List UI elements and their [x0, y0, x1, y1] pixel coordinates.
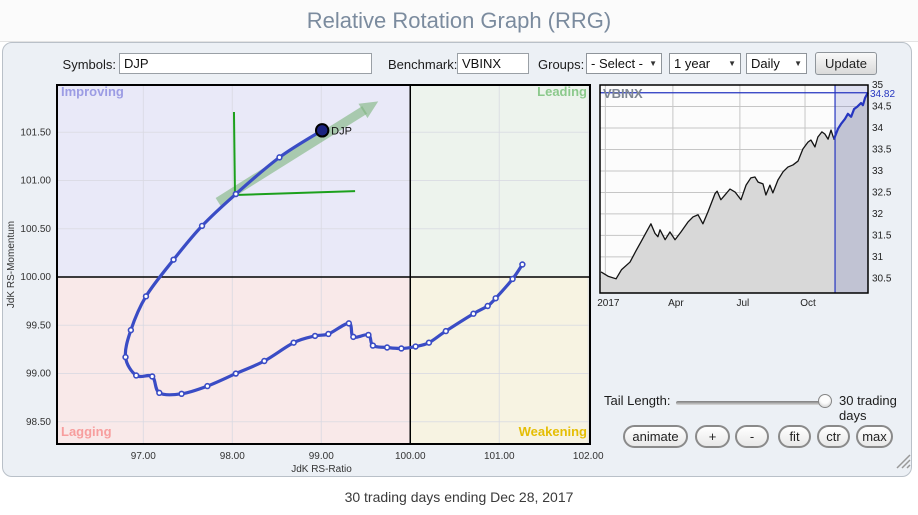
- benchmark-chart-title: VBINX: [603, 86, 643, 101]
- center-button[interactable]: ctr: [817, 425, 850, 448]
- svg-text:Jul: Jul: [736, 298, 749, 309]
- frequency-select[interactable]: Daily ▼: [746, 53, 807, 74]
- svg-text:Oct: Oct: [800, 298, 816, 309]
- chevron-down-icon: ▼: [649, 59, 657, 68]
- djp-head-label: DJP: [331, 125, 352, 137]
- svg-text:34.5: 34.5: [872, 101, 892, 112]
- svg-text:100.00: 100.00: [395, 451, 426, 462]
- svg-text:31: 31: [872, 252, 884, 263]
- svg-text:101.50: 101.50: [20, 127, 51, 138]
- svg-text:32.5: 32.5: [872, 187, 892, 198]
- svg-text:32: 32: [872, 209, 884, 220]
- quadrant-label-improving: Improving: [61, 84, 124, 99]
- update-button[interactable]: Update: [815, 52, 877, 75]
- quadrant-label-weakening: Weakening: [518, 424, 587, 439]
- svg-text:100.50: 100.50: [20, 224, 51, 235]
- rrg-app-window: Relative Rotation Graph (RRG) Symbols: B…: [0, 0, 918, 515]
- svg-text:30.5: 30.5: [872, 273, 892, 284]
- djp-head-marker[interactable]: [314, 123, 330, 138]
- zoom-out-button[interactable]: -: [735, 425, 769, 448]
- zoom-in-button[interactable]: +: [695, 425, 730, 448]
- svg-text:98.00: 98.00: [220, 451, 245, 462]
- tail-length-label: Tail Length:: [604, 393, 671, 408]
- svg-text:33: 33: [872, 166, 884, 177]
- app-header: Relative Rotation Graph (RRG): [0, 0, 918, 42]
- benchmark-label: Benchmark:: [388, 57, 458, 72]
- tail-length-slider[interactable]: [676, 401, 824, 405]
- quadrant-label-lagging: Lagging: [61, 424, 112, 439]
- svg-text:98.50: 98.50: [26, 417, 51, 428]
- svg-text:34: 34: [872, 123, 884, 134]
- svg-text:2017: 2017: [597, 298, 620, 309]
- animate-button[interactable]: animate: [623, 425, 688, 448]
- symbols-label: Symbols:: [62, 57, 116, 72]
- svg-text:99.50: 99.50: [26, 320, 51, 331]
- svg-text:97.00: 97.00: [131, 451, 156, 462]
- svg-text:Apr: Apr: [668, 298, 684, 309]
- benchmark-input[interactable]: [457, 53, 529, 74]
- frequency-select-value: Daily: [751, 56, 780, 71]
- svg-text:99.00: 99.00: [26, 369, 51, 380]
- symbols-input[interactable]: [119, 53, 372, 74]
- groups-select-value: - Select -: [591, 56, 644, 71]
- resize-grip[interactable]: [894, 452, 911, 469]
- quadrant-label-leading: Leading: [537, 84, 587, 99]
- tail-length-slider-thumb[interactable]: [818, 394, 832, 408]
- period-select-value: 1 year: [674, 56, 711, 71]
- fit-button[interactable]: fit: [778, 425, 811, 448]
- svg-text:101.00: 101.00: [20, 176, 51, 187]
- y-axis-title: JdK RS-Momentum: [6, 221, 17, 308]
- tail-length-value: 30 trading days: [839, 393, 897, 423]
- last-price-badge: 34.82: [870, 89, 896, 100]
- svg-text:99.00: 99.00: [309, 451, 334, 462]
- groups-select[interactable]: - Select - ▼: [586, 53, 662, 74]
- chevron-down-icon: ▼: [728, 59, 736, 68]
- svg-text:31.5: 31.5: [872, 230, 892, 241]
- benchmark-price-chart: 30.53131.53232.53333.53434.5352017 Apr Jul…: [597, 80, 892, 309]
- svg-text:33.5: 33.5: [872, 144, 892, 155]
- rrg-chart: DJP 97.00 98.00 99.00 100.00 101.00 102.00 98.5…: [6, 84, 604, 475]
- svg-text:102.00: 102.00: [573, 451, 604, 462]
- status-bar: 30 trading days ending Dec 28, 2017: [0, 477, 918, 515]
- groups-label: Groups:: [538, 57, 585, 72]
- chevron-down-icon: ▼: [794, 59, 802, 68]
- x-axis-title: JdK RS-Ratio: [291, 464, 352, 475]
- max-button[interactable]: max: [856, 425, 893, 448]
- page-title: Relative Rotation Graph (RRG): [306, 8, 612, 33]
- svg-text:100.00: 100.00: [20, 272, 51, 283]
- svg-text:101.00: 101.00: [484, 451, 515, 462]
- period-select[interactable]: 1 year ▼: [669, 53, 741, 74]
